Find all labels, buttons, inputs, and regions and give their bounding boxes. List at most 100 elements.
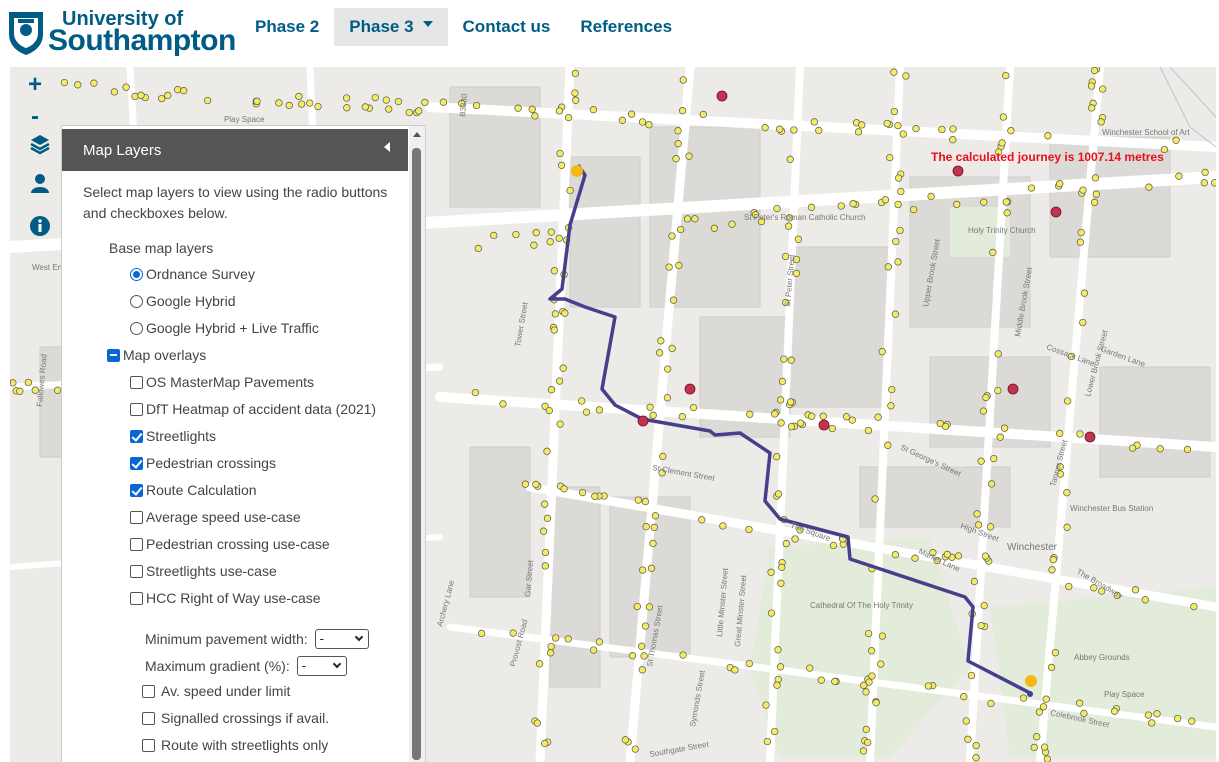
streetlight-marker [773,453,781,461]
max-gradient-select[interactable]: - [296,656,347,676]
streetlight-marker [806,664,814,672]
streetlight-marker [994,386,1002,395]
streetlight-marker [1075,699,1084,707]
checkbox-checked[interactable] [130,456,143,470]
streetlight-marker [891,551,900,559]
base-layer-ordnance-survey[interactable]: Ordnance Survey [130,266,255,282]
streetlight-marker [860,681,868,689]
scroll-up-icon[interactable] [413,132,421,137]
overlay-route-calculation[interactable]: Route Calculation [130,482,257,498]
panel-header[interactable]: Map Layers [62,129,408,171]
streetlight-marker [1110,707,1119,715]
streetlight-marker [110,88,119,96]
streetlight-marker [782,540,790,548]
option-av-speed[interactable]: Av. speed under limit [142,683,290,699]
checkbox[interactable] [130,537,143,551]
checkbox[interactable] [130,402,143,416]
overlay-streetlights-usecase[interactable]: Streetlights use-case [130,563,277,579]
streetlight-marker [543,447,551,455]
checkbox[interactable] [142,738,155,752]
streetlight-marker [1174,714,1182,723]
option-label: DfT Heatmap of accident data (2021) [146,401,377,417]
streetlight-marker [784,222,793,230]
collapse-minus-icon[interactable] [107,348,120,362]
option-label: Av. speed under limit [161,683,291,699]
nav-contact-us[interactable]: Contact us [448,8,566,46]
scroll-thumb[interactable] [412,148,421,760]
overlay-average-speed[interactable]: Average speed use-case [130,509,301,525]
select-value: - [301,658,307,673]
streetlight-marker [1042,695,1050,703]
overlay-streetlights[interactable]: Streetlights [130,428,216,444]
streetlight-marker [787,423,796,431]
streetlight-marker [1076,238,1085,246]
user-icon[interactable] [29,172,51,194]
overlay-os-mastermap[interactable]: OS MasterMap Pavements [130,374,314,390]
min-width-label: Minimum pavement width: [145,631,308,647]
streetlight-marker [637,642,646,650]
checkbox[interactable] [142,684,155,698]
collapse-chevron-icon[interactable] [384,142,390,152]
checkbox-checked[interactable] [130,483,143,497]
option-label: Route with streetlights only [161,737,329,753]
streetlight-marker [949,136,957,144]
overlay-pedestrian-crossing-usecase[interactable]: Pedestrian crossing use-case [130,536,330,552]
nav-phase-2[interactable]: Phase 2 [240,8,334,46]
streetlight-marker [1090,198,1099,207]
checkbox[interactable] [130,564,143,578]
zoom-out-button[interactable]: - [24,105,46,129]
info-icon[interactable] [29,215,51,237]
streetlight-marker [595,406,604,414]
streetlight-marker [60,78,69,87]
map-label: Provost Road [508,618,529,667]
nav-references[interactable]: References [565,8,687,46]
streetlight-marker [1063,397,1072,405]
zoom-in-button[interactable]: + [24,73,46,97]
radio-selected[interactable] [130,267,143,281]
streetlight-marker [859,747,868,755]
streetlight-marker [547,228,555,236]
overlay-pedestrian-crossings[interactable]: Pedestrian crossings [130,455,276,471]
streetlight-marker [745,659,753,668]
min-width-select[interactable]: - [314,629,369,649]
streetlight-marker [987,480,996,488]
streetlight-marker [472,101,481,110]
option-streetlights-only[interactable]: Route with streetlights only [142,737,328,753]
map-overlays-toggle[interactable]: Map overlays [107,347,206,363]
streetlight-marker [996,433,1004,441]
university-logo[interactable]: University of Southampton [6,6,236,58]
map-canvas[interactable]: St Peter's Roman Catholic Church Holy Tr… [10,67,1216,762]
streetlight-marker [878,632,887,640]
streetlight-marker [1092,190,1100,198]
panel-scrollbar[interactable] [409,126,425,762]
layers-icon[interactable] [29,133,51,155]
streetlight-marker [589,646,598,654]
overlay-dft-heatmap[interactable]: DfT Heatmap of accident data (2021) [130,401,376,417]
streetlight-marker [669,296,678,304]
streetlight-marker [762,701,770,709]
base-layer-google-hybrid[interactable]: Google Hybrid [130,293,236,309]
streetlight-marker [415,107,423,115]
streetlight-marker [1043,755,1052,762]
chevron-down-icon [332,659,341,669]
streetlight-marker [815,126,823,135]
checkbox[interactable] [130,510,143,524]
streetlight-marker [642,523,650,531]
checkbox[interactable] [130,375,143,389]
nav-phase-3[interactable]: Phase 3 [334,8,448,46]
crest-icon [9,12,43,55]
checkbox-checked[interactable] [130,429,143,443]
option-signalled-crossings[interactable]: Signalled crossings if avail. [142,710,329,726]
radio[interactable] [130,321,143,335]
streetlight-marker [674,140,682,148]
base-layer-google-hybrid-traffic[interactable]: Google Hybrid + Live Traffic [130,320,319,336]
streetlight-marker [421,98,429,107]
checkbox[interactable] [130,591,143,605]
streetlight-marker [710,224,719,232]
radio[interactable] [130,294,143,308]
streetlight-marker [1030,743,1038,752]
streetlight-marker [994,350,1002,358]
checkbox[interactable] [142,711,155,725]
overlay-hcc-right-of-way[interactable]: HCC Right of Way use-case [130,590,321,606]
streetlight-marker [884,441,892,449]
